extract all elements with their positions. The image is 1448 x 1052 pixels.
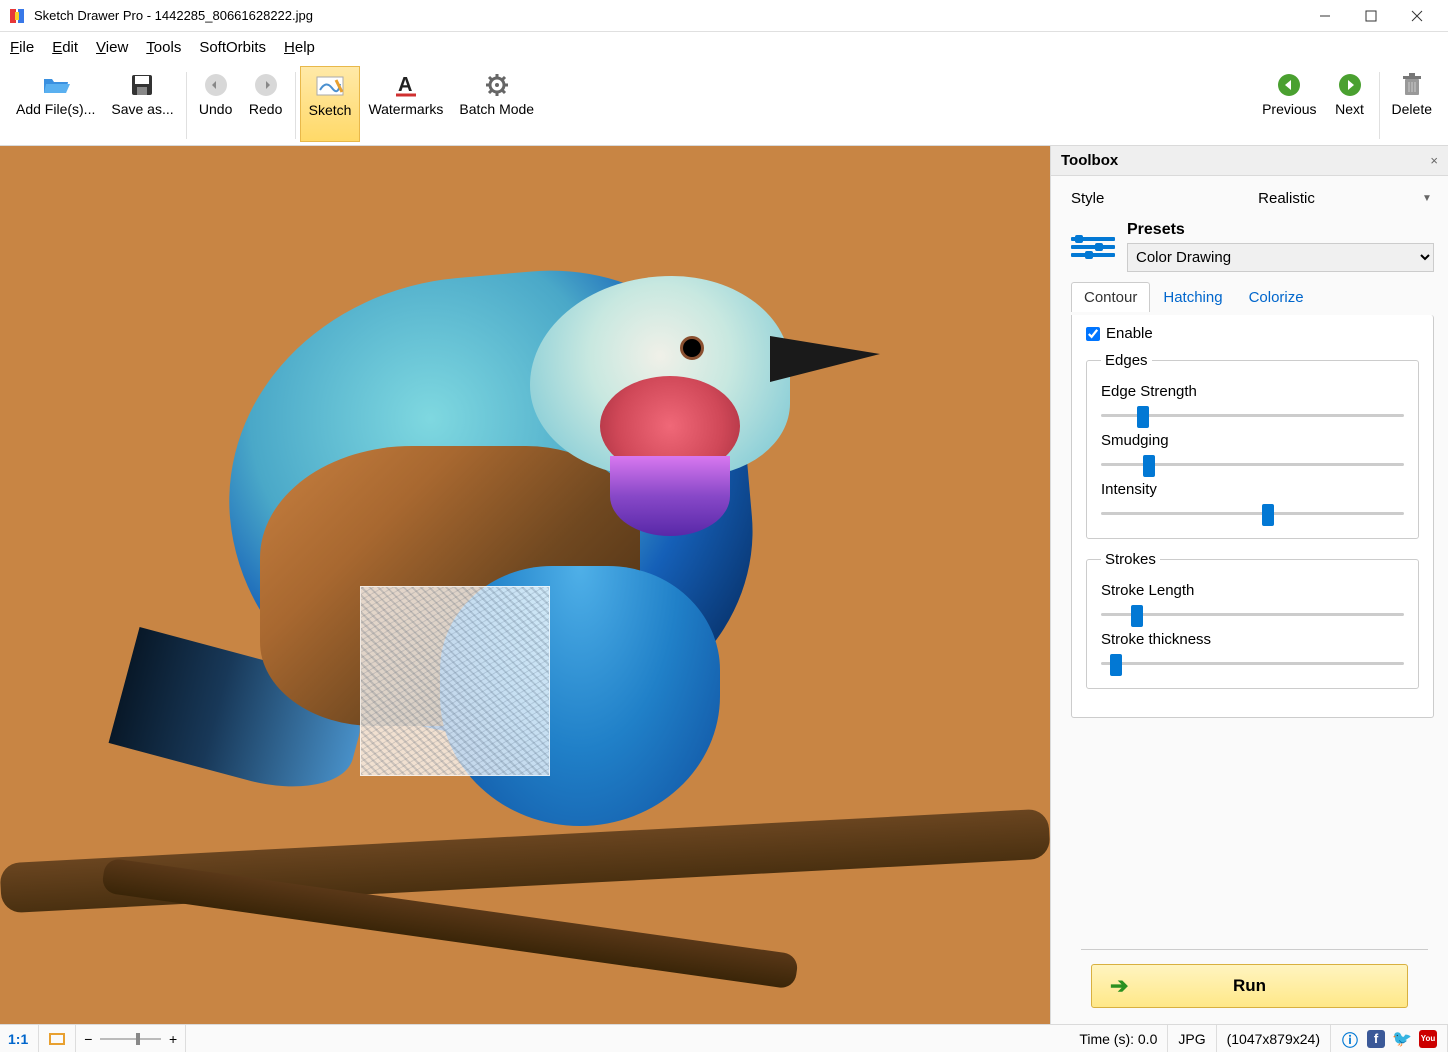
window-title: Sketch Drawer Pro - 1442285_80661628222.…	[34, 8, 1302, 23]
gear-icon	[485, 70, 509, 100]
intensity-slider[interactable]	[1101, 502, 1404, 524]
tab-contour[interactable]: Contour	[1071, 282, 1150, 312]
menu-help[interactable]: Help	[284, 39, 315, 56]
facebook-icon[interactable]: f	[1367, 1030, 1385, 1048]
watermarks-button[interactable]: A Watermarks	[360, 66, 451, 142]
status-format: JPG	[1168, 1025, 1216, 1052]
zoom-indicator[interactable]: 1:1	[0, 1025, 39, 1052]
toolbox-title: Toolbox	[1061, 152, 1118, 169]
edge-strength-slider[interactable]	[1101, 404, 1404, 426]
tab-colorize[interactable]: Colorize	[1236, 282, 1317, 312]
titlebar: Sketch Drawer Pro - 1442285_80661628222.…	[0, 0, 1448, 32]
style-label: Style	[1071, 190, 1151, 207]
previous-icon	[1276, 70, 1302, 100]
image-canvas[interactable]	[0, 146, 1050, 1024]
presets-icon	[1071, 229, 1115, 265]
undo-button[interactable]: Undo	[191, 66, 241, 142]
menu-edit[interactable]: Edit	[52, 39, 78, 56]
tab-hatching[interactable]: Hatching	[1150, 282, 1235, 312]
sketch-preview-overlay[interactable]	[360, 586, 550, 776]
intensity-label: Intensity	[1101, 481, 1404, 498]
next-button[interactable]: Next	[1325, 66, 1375, 142]
menu-view[interactable]: View	[96, 39, 128, 56]
redo-button[interactable]: Redo	[241, 66, 291, 142]
smudging-label: Smudging	[1101, 432, 1404, 449]
workspace: Toolbox × Style Realistic ▼ Presets Colo…	[0, 146, 1448, 1024]
sketch-button[interactable]: Sketch	[300, 66, 361, 142]
app-icon	[8, 7, 26, 25]
presets-dropdown[interactable]: Color Drawing	[1127, 243, 1434, 272]
svg-text:A: A	[398, 74, 412, 96]
edges-group: Edges Edge Strength Smudging Intensity	[1086, 352, 1419, 539]
next-icon	[1337, 70, 1363, 100]
minimize-button[interactable]	[1302, 0, 1348, 32]
menu-softorbits[interactable]: SoftOrbits	[199, 39, 266, 56]
status-time: Time (s): 0.0	[1069, 1025, 1168, 1052]
presets-label: Presets	[1127, 221, 1434, 239]
sketch-icon	[316, 71, 344, 101]
maximize-button[interactable]	[1348, 0, 1394, 32]
stroke-thickness-slider[interactable]	[1101, 652, 1404, 674]
edge-strength-label: Edge Strength	[1101, 383, 1404, 400]
enable-checkbox[interactable]: Enable	[1086, 325, 1419, 342]
stroke-thickness-label: Stroke thickness	[1101, 631, 1404, 648]
toolbar: Add File(s)... Save as... Undo Redo Sket…	[0, 62, 1448, 146]
save-icon	[130, 70, 154, 100]
statusbar: 1:1 − + Time (s): 0.0 JPG (1047x879x24) …	[0, 1024, 1448, 1052]
stroke-length-slider[interactable]	[1101, 603, 1404, 625]
toolbox-panel: Toolbox × Style Realistic ▼ Presets Colo…	[1050, 146, 1448, 1024]
smudging-slider[interactable]	[1101, 453, 1404, 475]
folder-open-icon	[42, 70, 70, 100]
strokes-group: Strokes Stroke Length Stroke thickness	[1086, 551, 1419, 689]
status-dimensions: (1047x879x24)	[1217, 1025, 1331, 1052]
toolbox-close-icon[interactable]: ×	[1430, 153, 1438, 168]
save-as-button[interactable]: Save as...	[103, 66, 181, 142]
chevron-down-icon[interactable]: ▼	[1422, 193, 1434, 204]
fit-toggle[interactable]	[39, 1025, 76, 1052]
twitter-icon[interactable]: 🐦	[1393, 1030, 1411, 1048]
zoom-slider[interactable]: − +	[76, 1025, 186, 1052]
menu-tools[interactable]: Tools	[146, 39, 181, 56]
redo-icon	[253, 70, 279, 100]
menubar: File Edit View Tools SoftOrbits Help	[0, 32, 1448, 62]
tab-content-contour: Enable Edges Edge Strength Smudging Inte…	[1071, 315, 1434, 718]
style-dropdown[interactable]: Realistic	[1151, 190, 1422, 207]
run-button[interactable]: ➔ Run	[1091, 964, 1408, 1008]
info-icon[interactable]: ⓘ	[1341, 1030, 1359, 1048]
batch-mode-button[interactable]: Batch Mode	[451, 66, 542, 142]
watermark-icon: A	[394, 70, 418, 100]
play-icon: ➔	[1110, 973, 1128, 999]
add-files-button[interactable]: Add File(s)...	[8, 66, 103, 142]
youtube-icon[interactable]: You	[1419, 1030, 1437, 1048]
delete-button[interactable]: Delete	[1384, 66, 1440, 142]
trash-icon	[1401, 70, 1423, 100]
previous-button[interactable]: Previous	[1254, 66, 1324, 142]
close-button[interactable]	[1394, 0, 1440, 32]
menu-file[interactable]: File	[10, 39, 34, 56]
undo-icon	[203, 70, 229, 100]
stroke-length-label: Stroke Length	[1101, 582, 1404, 599]
